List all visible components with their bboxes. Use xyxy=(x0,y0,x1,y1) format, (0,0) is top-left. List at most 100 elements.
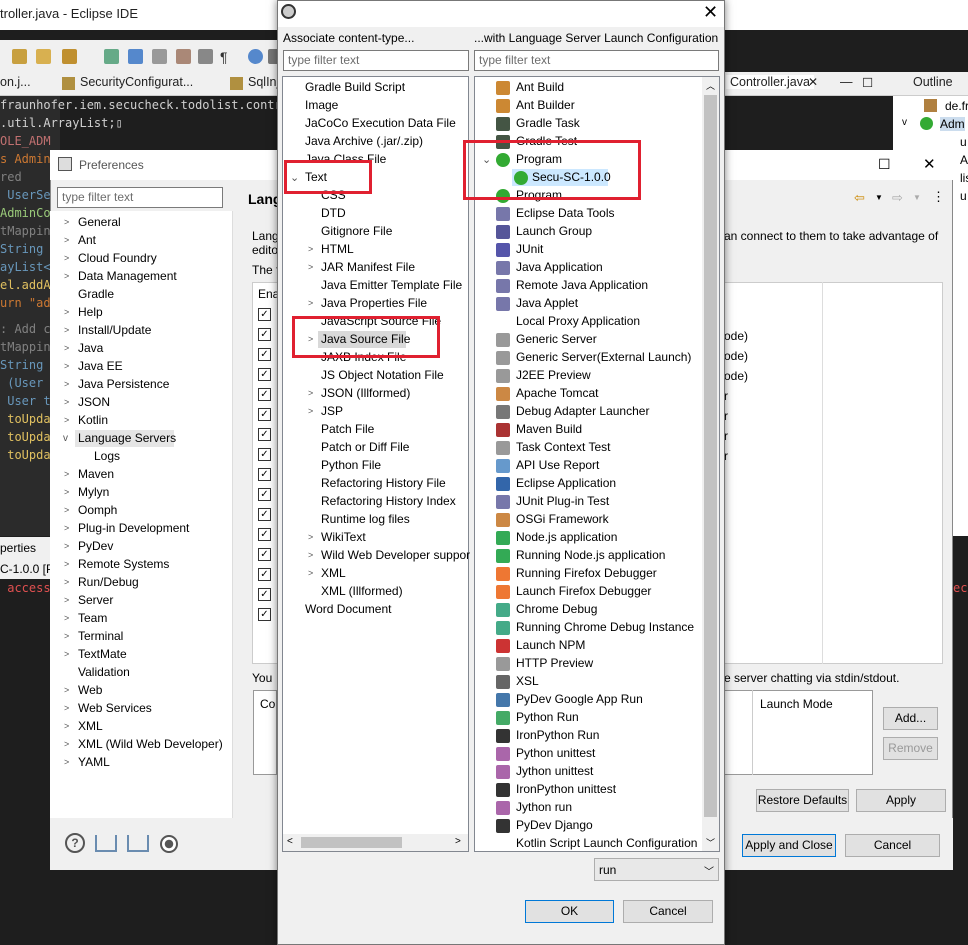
preferences-filter-input[interactable]: type filter text xyxy=(57,187,223,208)
chevron-right-icon[interactable]: > xyxy=(64,757,69,767)
preferences-item[interactable]: Remote Systems xyxy=(78,557,169,571)
launch-config-item[interactable]: Ant Builder xyxy=(516,98,575,112)
content-type-item[interactable]: Refactoring History Index xyxy=(321,494,456,508)
tab-on-java[interactable]: on.j... xyxy=(0,75,31,89)
preferences-item[interactable]: Install/Update xyxy=(78,323,151,337)
preferences-item[interactable]: JSON xyxy=(78,395,110,409)
launch-config-item[interactable]: HTTP Preview xyxy=(516,656,593,670)
scroll-right-icon[interactable]: > xyxy=(455,836,461,847)
outline-item[interactable]: u xyxy=(960,135,967,149)
cancel-button[interactable]: Cancel xyxy=(845,834,940,857)
help-icon[interactable]: ? xyxy=(65,833,85,853)
chevron-right-icon[interactable]: > xyxy=(64,631,69,641)
content-type-item[interactable]: WikiText xyxy=(321,530,366,544)
close-icon[interactable]: ✕ xyxy=(703,2,718,23)
chevron-right-icon[interactable]: > xyxy=(64,361,69,371)
remove-button[interactable]: Remove xyxy=(883,737,938,760)
preferences-item[interactable]: Java xyxy=(78,341,103,355)
outline-item[interactable]: lis xyxy=(960,171,968,185)
launch-config-item[interactable]: Launch Group xyxy=(516,224,592,238)
launch-config-item[interactable]: Kotlin Script Launch Configuration xyxy=(516,836,697,850)
launch-config-item[interactable]: Jython unittest xyxy=(516,764,593,778)
content-type-item[interactable]: JS Object Notation File xyxy=(321,368,444,382)
preferences-item[interactable]: Ant xyxy=(78,233,96,247)
add-button[interactable]: Add... xyxy=(883,707,938,730)
chevron-right-icon[interactable]: > xyxy=(64,487,69,497)
cancel-button[interactable]: Cancel xyxy=(623,900,713,923)
launch-config-item[interactable]: Eclipse Data Tools xyxy=(516,206,615,220)
preferences-item[interactable]: Server xyxy=(78,593,113,607)
content-type-item[interactable]: XML xyxy=(321,566,346,580)
launch-config-item[interactable]: Chrome Debug xyxy=(516,602,597,616)
preferences-item[interactable]: Language Servers xyxy=(78,431,176,445)
content-type-item[interactable]: XML (Illformed) xyxy=(321,584,403,598)
preferences-item[interactable]: Terminal xyxy=(78,629,123,643)
chevron-right-icon[interactable]: > xyxy=(64,559,69,569)
preferences-item[interactable]: Web Services xyxy=(78,701,152,715)
chevron-right-icon[interactable]: > xyxy=(64,595,69,605)
chevron-right-icon[interactable]: > xyxy=(64,325,69,335)
chevron-down-icon[interactable]: v xyxy=(902,117,907,128)
preferences-item[interactable]: Java Persistence xyxy=(78,377,169,391)
outline-item[interactable]: de.fr xyxy=(945,99,968,113)
globe-icon[interactable] xyxy=(248,49,263,64)
launch-config-item[interactable]: IronPython Run xyxy=(516,728,599,742)
launch-config-item[interactable]: J2EE Preview xyxy=(516,368,591,382)
preferences-item[interactable]: General xyxy=(78,215,121,229)
chevron-right-icon[interactable]: > xyxy=(308,244,313,254)
launch-config-item[interactable]: Python Run xyxy=(516,710,579,724)
block-icon[interactable] xyxy=(198,49,213,64)
server-enable-checkbox[interactable]: ✓ xyxy=(258,568,271,581)
preferences-item[interactable]: XML (Wild Web Developer) xyxy=(78,737,223,751)
server-enable-checkbox[interactable]: ✓ xyxy=(258,448,271,461)
launch-config-item[interactable]: Local Proxy Application xyxy=(516,314,640,328)
chevron-right-icon[interactable]: > xyxy=(308,550,313,560)
chevron-right-icon[interactable]: > xyxy=(64,613,69,623)
content-type-item[interactable]: DTD xyxy=(321,206,346,220)
content-type-item[interactable]: Python File xyxy=(321,458,381,472)
content-type-item[interactable]: Patch or Diff File xyxy=(321,440,409,454)
scroll-down-icon[interactable]: ﹀ xyxy=(706,836,715,849)
chevron-right-icon[interactable]: > xyxy=(64,415,69,425)
chevron-right-icon[interactable]: > xyxy=(64,541,69,551)
preferences-item[interactable]: Web xyxy=(78,683,102,697)
chevron-down-icon[interactable]: ﹀ xyxy=(704,863,714,878)
preferences-item[interactable]: Kotlin xyxy=(78,413,108,427)
chevron-down-icon[interactable]: v xyxy=(63,433,68,444)
content-type-item[interactable]: Wild Web Developer suppor xyxy=(321,548,470,562)
chevron-right-icon[interactable]: > xyxy=(64,271,69,281)
launch-config-item[interactable]: Java Applet xyxy=(516,296,578,310)
launch-config-item[interactable]: Generic Server xyxy=(516,332,597,346)
export-icon[interactable] xyxy=(127,835,149,852)
debug-icon[interactable] xyxy=(104,49,119,64)
launch-config-item[interactable]: JUnit xyxy=(516,242,543,256)
preferences-item[interactable]: Gradle xyxy=(78,287,114,301)
chevron-right-icon[interactable]: > xyxy=(308,568,313,578)
content-type-item[interactable]: Java Emitter Template File xyxy=(321,278,462,292)
content-type-item[interactable]: HTML xyxy=(321,242,354,256)
launch-config-item[interactable]: Apache Tomcat xyxy=(516,386,599,400)
launch-config-item[interactable]: Node.js application xyxy=(516,530,617,544)
chevron-right-icon[interactable]: > xyxy=(64,649,69,659)
chevron-right-icon[interactable]: > xyxy=(64,343,69,353)
scrollbar-thumb[interactable] xyxy=(704,95,717,817)
content-type-item[interactable]: JAR Manifest File xyxy=(321,260,415,274)
tab-outline[interactable]: Outline xyxy=(913,75,953,89)
ok-button[interactable]: OK xyxy=(525,900,614,923)
server-enable-checkbox[interactable]: ✓ xyxy=(258,508,271,521)
chevron-right-icon[interactable]: > xyxy=(308,298,313,308)
restore-defaults-button[interactable]: Restore Defaults xyxy=(756,789,849,812)
properties-tab[interactable]: perties xyxy=(0,541,36,555)
chevron-right-icon[interactable]: > xyxy=(64,739,69,749)
server-enable-checkbox[interactable]: ✓ xyxy=(258,368,271,381)
server-enable-checkbox[interactable]: ✓ xyxy=(258,488,271,501)
tab-security-config[interactable]: SecurityConfigurat... xyxy=(80,75,193,89)
maximize-icon[interactable]: ☐ xyxy=(862,75,873,90)
launch-config-item[interactable]: Generic Server(External Launch) xyxy=(516,350,691,364)
tab-controller-java[interactable]: Controller.java xyxy=(726,75,814,89)
launch-config-item[interactable]: Running Firefox Debugger xyxy=(516,566,657,580)
content-type-item[interactable]: Gradle Build Script xyxy=(305,80,405,94)
content-type-item[interactable]: JSON (Illformed) xyxy=(321,386,410,400)
open-folder-icon[interactable] xyxy=(36,49,51,64)
content-type-item[interactable]: Gitignore File xyxy=(321,224,392,238)
